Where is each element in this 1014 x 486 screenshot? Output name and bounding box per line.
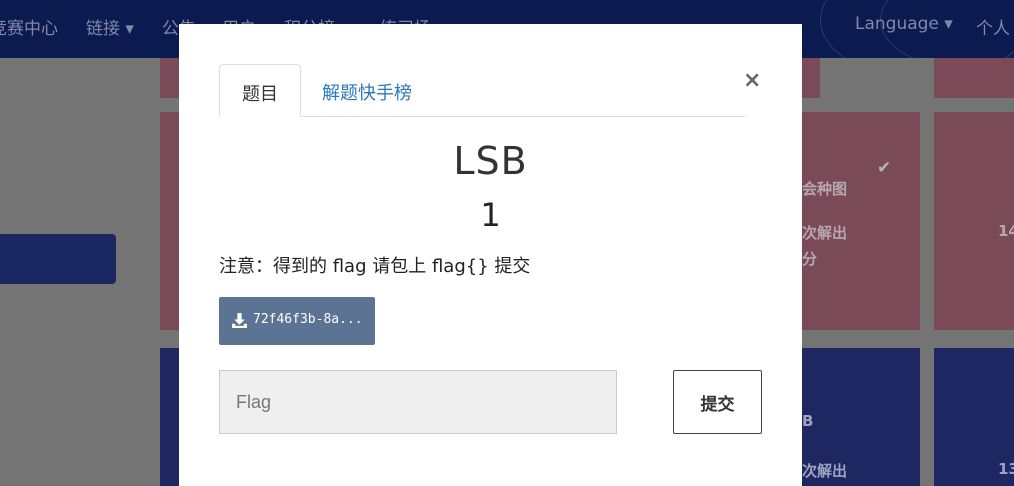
file-download-label: 72f46f3b-8a... bbox=[253, 312, 363, 327]
challenge-card[interactable] bbox=[934, 58, 1014, 98]
download-icon bbox=[232, 313, 247, 328]
tab-challenge-label: 题目 bbox=[242, 84, 278, 105]
card-points: 分 bbox=[802, 250, 818, 268]
card-solve-count: 13 bbox=[998, 460, 1014, 478]
card-solve-count: 14 bbox=[998, 222, 1014, 240]
card-title: B bbox=[802, 412, 814, 430]
tab-challenge[interactable]: 题目 bbox=[219, 64, 301, 117]
nav-item-contest-center[interactable]: 竞赛中心 bbox=[0, 14, 58, 39]
nav-item-personal[interactable]: 个人 bbox=[976, 14, 1010, 39]
modal-tabs: 题目 解题快手榜 bbox=[219, 64, 745, 117]
challenge-card[interactable]: 会种图 ✔ 次解出 分 bbox=[802, 112, 920, 330]
submit-button[interactable]: 提交 bbox=[673, 370, 762, 434]
card-solves: 次解出 bbox=[802, 462, 848, 480]
check-icon: ✔ bbox=[877, 158, 892, 178]
challenge-name: LSB bbox=[453, 139, 528, 183]
close-icon[interactable]: × bbox=[743, 70, 761, 92]
challenge-card[interactable]: 14 bbox=[934, 112, 1014, 330]
tab-solves-leaderboard[interactable]: 解题快手榜 bbox=[322, 64, 412, 117]
nav-item-links[interactable]: 链接 ▾ bbox=[86, 14, 134, 39]
challenge-card[interactable]: 13 bbox=[934, 348, 1014, 486]
challenge-points: 1 bbox=[480, 196, 501, 234]
challenge-modal: 题目 解题快手榜 × LSB 1 注意：得到的 flag 请包上 flag{} … bbox=[179, 24, 802, 486]
language-dropdown[interactable]: Language ▾ bbox=[855, 14, 953, 34]
flag-format-notice: 注意：得到的 flag 请包上 flag{} 提交 bbox=[219, 256, 531, 277]
challenge-card[interactable] bbox=[160, 112, 180, 330]
flag-input[interactable] bbox=[219, 370, 617, 434]
sidebar-button[interactable] bbox=[0, 234, 116, 284]
card-solves: 次解出 bbox=[802, 224, 848, 242]
challenge-card[interactable]: B 次解出 bbox=[802, 348, 920, 486]
tab-solves-leaderboard-label: 解题快手榜 bbox=[322, 83, 412, 104]
card-title: 会种图 bbox=[802, 180, 848, 198]
file-download-button[interactable]: 72f46f3b-8a... bbox=[219, 297, 375, 345]
challenge-card[interactable] bbox=[160, 348, 180, 486]
